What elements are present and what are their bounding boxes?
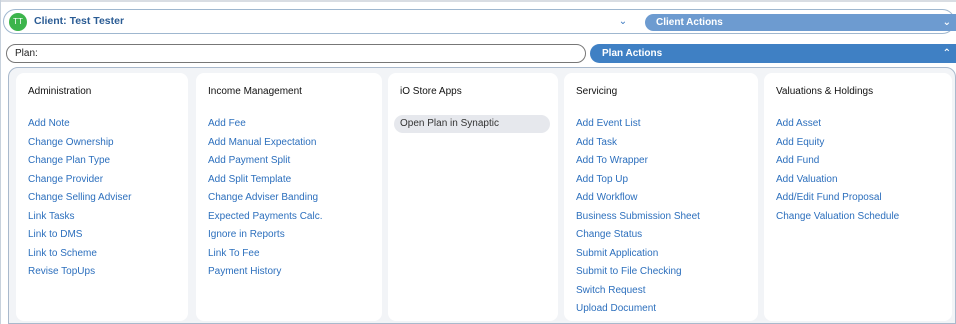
avatar[interactable]: TT [9,13,27,31]
menu-item[interactable]: Add Manual Expectation [208,137,382,156]
chevron-up-icon: ⌃ [942,48,951,59]
client-actions-button[interactable]: Client Actions ⌄ [645,14,956,31]
menu-item[interactable]: Add Asset [776,118,952,137]
client-actions-label: Client Actions [656,17,723,28]
menu-item[interactable]: Submit to File Checking [576,266,758,285]
plan-actions-button[interactable]: Plan Actions ⌃ [590,44,956,63]
menu-item[interactable]: Change Valuation Schedule [776,211,952,230]
menu-column-administration: Administration Add Note Change Ownership… [16,73,188,321]
column-title: Administration [28,86,92,97]
menu-item[interactable]: Add Fund [776,155,952,174]
left-divider [0,0,1,324]
client-bar: TT Client: Test Tester ⌄ Client Actions … [3,9,956,34]
menu-item[interactable]: Change Plan Type [28,155,188,174]
menu-item[interactable]: Add Valuation [776,174,952,193]
menu-item[interactable]: Submit Application [576,248,758,267]
menu-item[interactable]: Change Provider [28,174,188,193]
menu-item[interactable]: Business Submission Sheet [576,211,758,230]
client-name[interactable]: Client: Test Tester [34,15,124,27]
menu-item[interactable]: Add Equity [776,137,952,156]
menu-item[interactable]: Add To Wrapper [576,155,758,174]
menu-item[interactable]: Link To Fee [208,248,382,267]
menu-item[interactable]: Expected Payments Calc. [208,211,382,230]
menu-item[interactable]: Link to Scheme [28,248,188,267]
menu-item[interactable]: Change Adviser Banding [208,192,382,211]
plan-input[interactable]: Plan: [6,44,586,63]
menu-item[interactable]: Add Workflow [576,192,758,211]
menu-item[interactable]: Change Ownership [28,137,188,156]
menu-item[interactable]: Add/Edit Fund Proposal [776,192,952,211]
menu-column-income-management: Income Management Add Fee Add Manual Exp… [196,73,382,321]
plan-actions-label: Plan Actions [602,48,663,59]
menu-item[interactable]: Open Plan in Synaptic [394,115,550,133]
top-divider [0,0,956,2]
column-title: Valuations & Holdings [776,86,874,97]
menu-item[interactable]: Add Task [576,137,758,156]
menu-item[interactable]: Add Payment Split [208,155,382,174]
menu-item[interactable]: Add Fee [208,118,382,137]
menu-item[interactable]: Add Split Template [208,174,382,193]
menu-item[interactable]: Payment History [208,266,382,285]
menu-item[interactable]: Revise TopUps [28,266,188,285]
menu-item[interactable]: Ignore in Reports [208,229,382,248]
menu-item[interactable]: Upload Document [576,303,758,322]
menu-column-io-store-apps: iO Store Apps Open Plan in Synaptic [388,73,558,321]
menu-item[interactable]: Add Event List [576,118,758,137]
menu-item[interactable]: Change Status [576,229,758,248]
column-title: Servicing [576,86,618,97]
menu-column-servicing: Servicing Add Event List Add Task Add To… [564,73,758,321]
menu-item[interactable]: Switch Request [576,285,758,304]
menu-item[interactable]: Link Tasks [28,211,188,230]
menu-item[interactable]: Add Top Up [576,174,758,193]
chevron-down-icon: ⌄ [942,17,951,28]
column-title: iO Store Apps [400,86,462,97]
column-title: Income Management [208,86,302,97]
menu-item[interactable]: Add Note [28,118,188,137]
chevron-down-icon[interactable]: ⌄ [616,16,630,28]
menu-item[interactable]: Change Selling Adviser [28,192,188,211]
menu-column-valuations-holdings: Valuations & Holdings Add Asset Add Equi… [764,73,952,321]
menu-item[interactable]: Link to DMS [28,229,188,248]
